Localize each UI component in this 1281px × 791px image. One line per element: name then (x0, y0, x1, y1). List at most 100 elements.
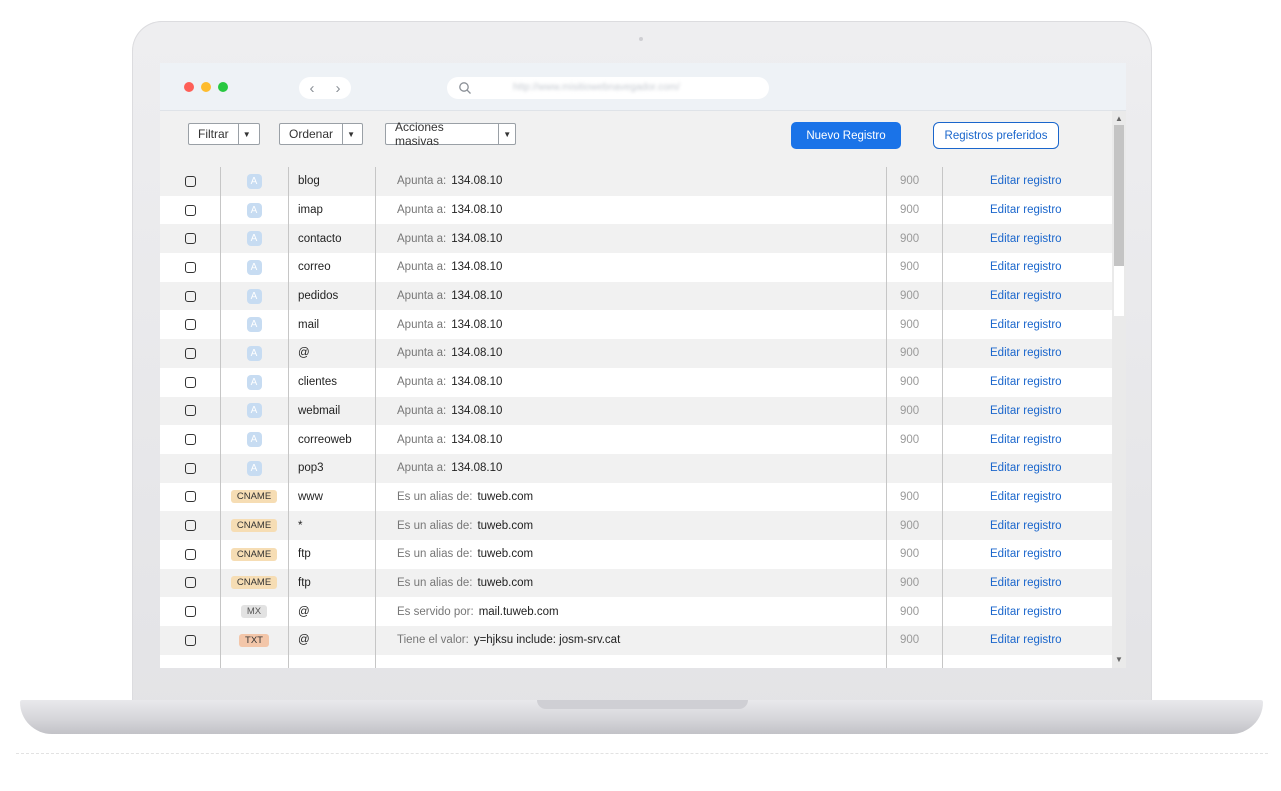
row-checkbox[interactable] (185, 290, 196, 302)
row-checkbox[interactable] (185, 634, 196, 646)
edit-record-link[interactable]: Editar registro (990, 577, 1062, 589)
record-ttl: 900 (900, 433, 920, 446)
table-row: Awebmail Apunta a: 134.08.10 900 Editar regi… (160, 396, 1112, 426)
scroll-down-icon[interactable]: ▼ (1114, 654, 1124, 666)
record-value: 134.08.10 (451, 376, 503, 389)
row-checkbox[interactable] (185, 261, 196, 273)
record-ttl: 900 (900, 261, 920, 274)
table-row: Acontacto Apunta a: 134.08.10 900 Editar reg… (160, 224, 1112, 254)
minimize-window-dot[interactable] (201, 82, 211, 92)
table-row: MX @ Es servido por: mail.tuweb.com 900 Edita… (160, 597, 1112, 626)
record-value: tuweb.com (477, 519, 534, 532)
row-checkbox[interactable] (185, 319, 196, 331)
row-checkbox[interactable] (185, 175, 196, 187)
record-type-badge: A (246, 460, 262, 476)
record-value-label: Apunta a: (397, 290, 447, 303)
record-type-badge: TXT (239, 633, 269, 647)
record-ttl: 900 (900, 404, 920, 417)
row-checkbox[interactable] (185, 491, 196, 503)
record-value-label: Apunta a: (397, 433, 447, 446)
record-value-label: Es un alias de: (397, 519, 473, 532)
record-value-label: Apunta a: (397, 347, 447, 360)
edit-record-link[interactable]: Editar registro (990, 233, 1062, 245)
edit-record-link[interactable]: Editar registro (990, 261, 1062, 273)
bulk-actions-dropdown[interactable]: Acciones masivas ▼ (385, 120, 516, 148)
filter-label: Filtrar (198, 127, 229, 141)
record-name: ftp (298, 548, 311, 561)
new-record-button[interactable]: Nuevo Registro (791, 122, 901, 149)
row-checkbox[interactable] (185, 520, 196, 532)
favorites-button[interactable]: Registros preferidos (933, 122, 1059, 149)
edit-record-link[interactable]: Editar registro (990, 548, 1062, 560)
edit-record-link[interactable]: Editar registro (990, 634, 1062, 646)
row-checkbox[interactable] (185, 376, 196, 388)
record-name: correo (298, 261, 331, 274)
row-checkbox[interactable] (185, 548, 196, 560)
record-ttl: 900 (900, 576, 920, 589)
edit-record-link[interactable]: Editar registro (990, 606, 1062, 618)
record-name: pop3 (298, 462, 324, 475)
url-text: http://www.misitiowebnavegador.com/ (513, 82, 680, 93)
search-icon (459, 82, 471, 94)
ground-line (16, 753, 1268, 755)
record-value-label: Es un alias de: (397, 490, 473, 503)
maximize-window-dot[interactable] (218, 82, 228, 92)
record-value: 134.08.10 (451, 290, 503, 303)
record-type-badge: A (246, 403, 262, 419)
forward-icon[interactable]: › (336, 80, 341, 97)
row-checkbox[interactable] (185, 233, 196, 245)
table-row: Amail Apunta a: 134.08.10 900 Editar registr… (160, 310, 1112, 339)
address-bar[interactable]: http://www.misitiowebnavegador.com/ (447, 77, 769, 99)
edit-record-link[interactable]: Editar registro (990, 405, 1062, 417)
record-name: imap (298, 204, 323, 217)
record-name: clientes (298, 376, 337, 389)
record-value: 134.08.10 (451, 318, 503, 331)
row-checkbox[interactable] (185, 204, 196, 216)
record-value-label: Apunta a: (397, 204, 447, 217)
record-value: 134.08.10 (451, 433, 503, 446)
edit-record-link[interactable]: Editar registro (990, 204, 1062, 216)
edit-record-link[interactable]: Editar registro (990, 462, 1062, 474)
nav-buttons: ‹ › (299, 77, 351, 99)
screen: ‹ › http://www.misitiowebnavegador.com/ … (160, 63, 1126, 668)
record-value-label: Apunta a: (397, 175, 447, 188)
edit-record-link[interactable]: Editar registro (990, 319, 1062, 331)
table-row: Acorreo Apunta a: 134.08.10 900 Editar regis… (160, 253, 1112, 282)
sort-dropdown[interactable]: Ordenar ▼ (279, 123, 363, 145)
scrollbar[interactable]: ▲ ▼ (1112, 111, 1126, 668)
row-checkbox[interactable] (185, 462, 196, 474)
record-value: tuweb.com (477, 490, 534, 503)
scrollbar-track (1114, 266, 1124, 316)
record-value-label: Apunta a: (397, 376, 447, 389)
table-row: Aimap Apunta a: 134.08.10 900 Editar registr… (160, 196, 1112, 225)
edit-record-link[interactable]: Editar registro (990, 175, 1062, 187)
record-value: 134.08.10 (451, 404, 503, 417)
record-type-badge: A (246, 345, 262, 361)
edit-record-link[interactable]: Editar registro (990, 290, 1062, 302)
edit-record-link[interactable]: Editar registro (990, 491, 1062, 503)
scroll-up-icon[interactable]: ▲ (1114, 113, 1124, 125)
record-name: @ (298, 347, 310, 360)
edit-record-link[interactable]: Editar registro (990, 520, 1062, 532)
record-type-badge: A (246, 317, 262, 333)
edit-record-link[interactable]: Editar registro (990, 347, 1062, 359)
row-checkbox[interactable] (185, 405, 196, 417)
record-value-label: Apunta a: (397, 404, 447, 417)
camera-dot (639, 37, 643, 41)
record-value-label: Apunta a: (397, 462, 447, 475)
row-checkbox[interactable] (185, 347, 196, 359)
row-checkbox[interactable] (185, 434, 196, 446)
record-name: mail (298, 318, 320, 331)
table-row: CNAME www Es un alias de: tuweb.com 900 Edita… (160, 483, 1112, 512)
close-window-dot[interactable] (184, 82, 194, 92)
edit-record-link[interactable]: Editar registro (990, 376, 1062, 388)
records-table: Ablog Apunta a: 134.08.10 900 Editar registr… (160, 167, 1112, 668)
row-checkbox[interactable] (185, 606, 196, 618)
back-icon[interactable]: ‹ (310, 80, 315, 97)
edit-record-link[interactable]: Editar registro (990, 434, 1062, 446)
table-row: CNAME * Es un alias de: tuweb.com 900 Editar … (160, 511, 1112, 540)
row-checkbox[interactable] (185, 577, 196, 589)
column-divider (288, 167, 289, 668)
filter-dropdown[interactable]: Filtrar ▼ (188, 123, 260, 145)
table-row: CNAME ftp Es un alias de: tuweb.com 900 Edita… (160, 568, 1112, 598)
